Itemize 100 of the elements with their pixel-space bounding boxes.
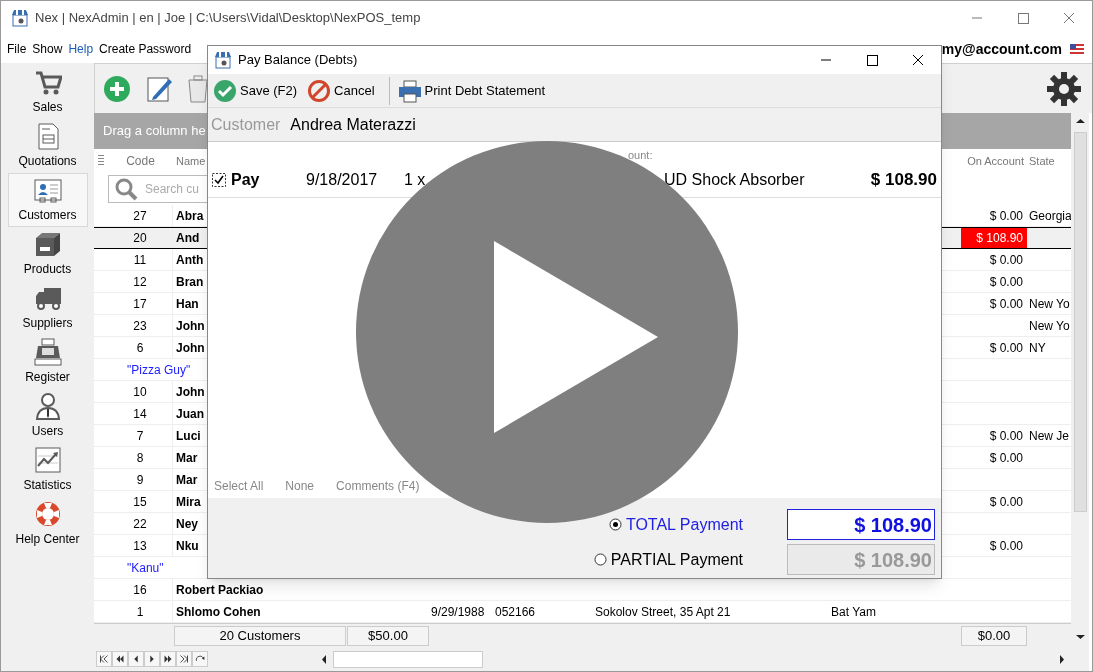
link[interactable]: Comments (F4) xyxy=(336,477,420,495)
search-icon xyxy=(114,177,138,201)
table-cell-text: Georgia xyxy=(1029,207,1072,225)
radio-option[interactable]: TOTAL Payment xyxy=(608,512,743,537)
table-cell: 7 xyxy=(108,425,173,446)
table-cell-text: John xyxy=(176,339,205,357)
table-cell: $ 108.90 xyxy=(961,228,1027,248)
radio-button[interactable] xyxy=(608,518,622,531)
table-cell-text: New Je xyxy=(1029,427,1069,445)
flag-icon xyxy=(1070,44,1084,54)
table-cell-text: Anth xyxy=(176,251,204,269)
app-icon xyxy=(11,9,29,27)
menu-item[interactable]: Show xyxy=(29,40,66,58)
table-cell-text: Mira xyxy=(176,493,201,511)
table-cell: 11 xyxy=(108,249,173,270)
menu-item[interactable]: Create Password xyxy=(96,40,195,58)
last-record-icon[interactable] xyxy=(176,651,192,667)
cash-register-icon xyxy=(33,338,62,366)
sidebar-item[interactable]: Statistics xyxy=(7,443,88,497)
check-icon xyxy=(213,78,237,103)
sidebar-item[interactable]: Users xyxy=(7,389,88,443)
table-cell: 15 xyxy=(108,491,173,512)
column-header[interactable]: State xyxy=(1027,152,1055,170)
table-cell-text: Han xyxy=(176,295,199,313)
amount-field[interactable]: $ 108.90 xyxy=(787,509,935,540)
sidebar-item[interactable]: Help Center xyxy=(7,497,88,551)
column-header: ount: xyxy=(628,148,653,163)
sidebar-item[interactable]: Customers xyxy=(7,173,88,227)
table-cell-text: $ 0.00 xyxy=(988,449,1024,467)
table-cell: 9 xyxy=(108,469,173,490)
trash-icon[interactable] xyxy=(187,74,209,103)
table-cell: 20 xyxy=(108,228,173,248)
summary-cell: 20 Customers xyxy=(174,625,346,646)
link[interactable]: Select All xyxy=(214,477,264,495)
table-cell-text: 9/29/1988 xyxy=(431,603,485,621)
table-cell: 1 xyxy=(108,601,173,622)
table-cell-text: New Yo xyxy=(1029,317,1070,335)
sidebar-item[interactable]: Register xyxy=(7,335,88,389)
settings-icon[interactable] xyxy=(1046,70,1082,107)
table-cell-text: $ 0.00 xyxy=(988,339,1024,357)
radio-button[interactable] xyxy=(593,553,607,566)
sidebar-item[interactable]: Products xyxy=(7,227,88,281)
table-cell-text: John xyxy=(176,383,205,401)
contact-card-icon xyxy=(33,176,62,204)
table-cell-text: Ney xyxy=(176,515,198,533)
table-cell-text: NY xyxy=(1029,339,1046,357)
account-email[interactable]: my@account.com xyxy=(941,38,1062,60)
sidebar-item[interactable]: Sales xyxy=(7,65,88,119)
column-header[interactable]: Code xyxy=(108,152,173,170)
column-header[interactable]: On Account xyxy=(967,152,1027,170)
toolbar-button[interactable]: Save (F2) xyxy=(211,75,300,106)
table-cell: 13 xyxy=(108,535,173,556)
group-label: "Pizza Guy" xyxy=(127,361,191,379)
radio-option[interactable]: PARTIAL Payment xyxy=(593,547,743,572)
table-cell-text: Shlomo Cohen xyxy=(176,603,261,621)
dialog-title: Pay Balance (Debts) xyxy=(238,51,358,70)
edit-icon[interactable] xyxy=(145,74,173,103)
debt-amount: $ 108.90 xyxy=(870,168,938,191)
sidebar-item[interactable]: Suppliers xyxy=(7,281,88,335)
table-cell-text: $ 0.00 xyxy=(988,273,1024,291)
window-title: Nex | NexAdmin | en | Joe | C:\Users\Vidal\Desktop\NexPOS_temp xyxy=(35,9,421,28)
add-icon[interactable] xyxy=(103,74,131,103)
app-icon xyxy=(214,51,232,69)
table-cell-text: Juan xyxy=(176,405,204,423)
table-cell-text: $ 0.00 xyxy=(988,207,1024,225)
field-label: Customer xyxy=(211,114,281,135)
table-cell-text: $ 0.00 xyxy=(988,295,1024,313)
checkbox[interactable] xyxy=(211,171,227,188)
toolbar-button[interactable]: Cancel xyxy=(305,75,377,106)
table-cell-text: Bran xyxy=(176,273,204,291)
previous-page-icon[interactable] xyxy=(112,651,128,667)
next-icon[interactable] xyxy=(144,651,160,667)
table-cell: 6 xyxy=(108,337,173,358)
table-cell: 17 xyxy=(108,293,173,314)
menu-item[interactable]: Help xyxy=(65,40,97,58)
table-cell-text: Abra xyxy=(176,207,204,225)
table-cell-text: Nku xyxy=(176,537,199,555)
first-record-icon[interactable] xyxy=(96,651,112,667)
group-band-hint: Drag a column he xyxy=(103,122,206,141)
table-cell-text: Mar xyxy=(176,449,198,467)
table-cell-text: John xyxy=(176,317,205,335)
scrollbar-thumb[interactable] xyxy=(1073,132,1087,512)
column-chooser-icon[interactable] xyxy=(98,155,104,167)
next-page-icon[interactable] xyxy=(160,651,176,667)
scrollbar-thumb[interactable] xyxy=(333,650,483,668)
table-cell-text: 052166 xyxy=(495,603,536,621)
table-cell: 27 xyxy=(108,205,173,226)
table-cell-text: Luci xyxy=(176,427,201,445)
link[interactable]: None xyxy=(285,477,315,495)
table-cell-text: New Yo xyxy=(1029,295,1070,313)
summary-cell: $50.00 xyxy=(347,625,429,646)
menu-item[interactable]: File xyxy=(4,40,30,58)
previous-icon[interactable] xyxy=(128,651,144,667)
sidebar-item[interactable]: Quotations xyxy=(7,119,88,173)
column-header[interactable]: Name xyxy=(173,152,206,170)
refresh-icon[interactable] xyxy=(192,651,208,667)
table-cell: 23 xyxy=(108,315,173,336)
debt-quantity: 1 x xyxy=(404,169,427,190)
toolbar-button[interactable]: Print Debt Statement xyxy=(395,75,548,106)
table-cell: 12 xyxy=(108,271,173,292)
